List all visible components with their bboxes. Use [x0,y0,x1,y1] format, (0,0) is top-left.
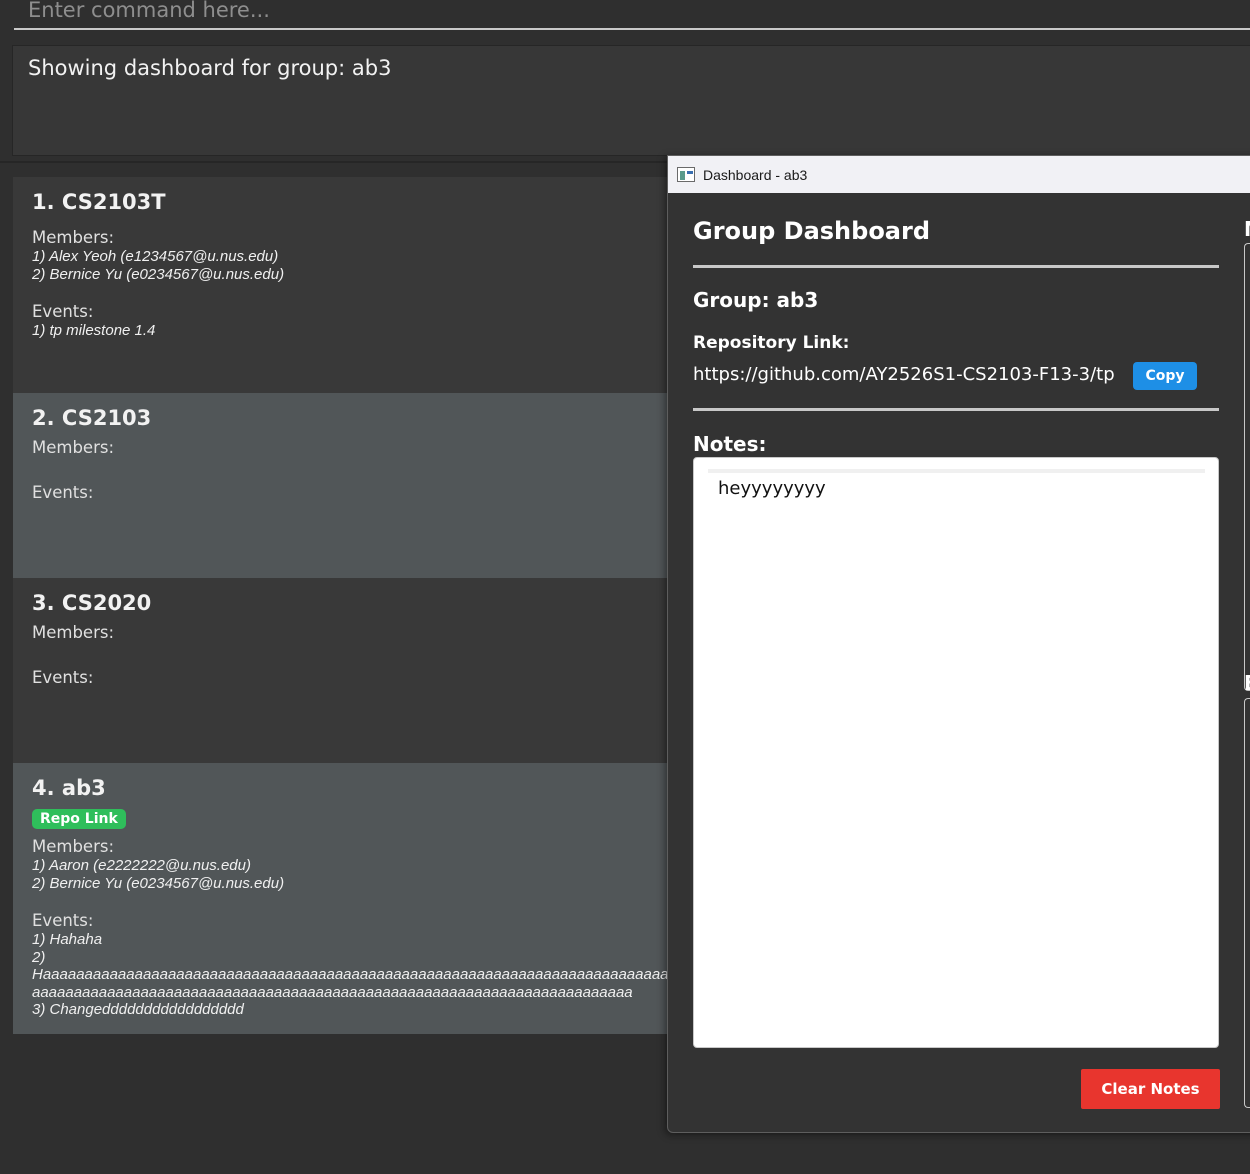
result-display: Showing dashboard for group: ab3 [12,45,1250,156]
repo-label: Repository Link: [693,333,850,353]
member-line: 2) Bernice Yu (e0234567@u.nus.edu) [32,874,285,892]
notes-textarea[interactable]: heyyyyyyyy [693,457,1219,1048]
event-line: 1) Hahaha [32,931,103,948]
events-label: Events: [32,483,94,502]
notes-toolbar-line [708,469,1205,473]
copy-button[interactable]: Copy [1133,362,1197,390]
repo-link-badge[interactable]: Repo Link [32,809,126,829]
event-line: 3) Changeddddddddddddddddd [32,1001,244,1018]
group-title: 2. CS2103 [32,406,152,430]
events-panel [1244,698,1250,1108]
window-title: Dashboard - ab3 [703,166,808,183]
events-label: Events: [32,302,94,321]
event-line: 2) [32,948,46,966]
group-name: Group: ab3 [693,288,819,312]
members-panel-label: M [1244,217,1250,241]
members-label: Members: [32,837,115,856]
events-label: Events: [32,911,94,930]
event-line: 1) tp milestone 1.4 [32,322,156,339]
window-titlebar[interactable]: Dashboard - ab3 [668,156,1250,193]
group-card[interactable]: 4. ab3 Repo Link Members: 1) Aaron (e222… [13,763,667,1034]
notes-text: heyyyyyyyy [718,478,826,499]
members-label: Members: [32,623,115,642]
member-line: 1) Aaron (e2222222@u.nus.edu) [32,857,251,874]
dashboard-window: Dashboard - ab3 Group Dashboard Group: a… [667,155,1250,1133]
group-list[interactable]: 1. CS2103T Members: 1) Alex Yeoh (e12345… [13,177,667,1034]
members-panel [1244,243,1250,691]
members-label: Members: [32,438,115,457]
group-title: 4. ab3 [32,776,106,800]
group-title: 1. CS2103T [32,190,166,214]
dashboard-heading: Group Dashboard [693,217,931,245]
events-label: Events: [32,668,94,687]
clear-notes-button[interactable]: Clear Notes [1081,1069,1220,1109]
event-line: Haaaaaaaaaaaaaaaaaaaaaaaaaaaaaaaaaaaaaaa… [32,966,667,983]
events-panel-label: E [1244,671,1250,695]
event-line: aaaaaaaaaaaaaaaaaaaaaaaaaaaaaaaaaaaaaaaa… [32,983,633,1001]
group-card[interactable]: 1. CS2103T Members: 1) Alex Yeoh (e12345… [13,177,667,393]
member-line: 1) Alex Yeoh (e1234567@u.nus.edu) [32,248,279,265]
command-input[interactable] [14,0,1250,30]
group-card[interactable]: 3. CS2020 Members: Events: [13,578,667,763]
repo-url[interactable]: https://github.com/AY2526S1-CS2103-F13-3… [693,364,1115,385]
group-title: 3. CS2020 [32,591,152,615]
command-area [0,0,1250,36]
members-label: Members: [32,228,115,247]
divider [693,408,1219,411]
member-line: 2) Bernice Yu (e0234567@u.nus.edu) [32,265,285,283]
notes-label: Notes: [693,432,767,456]
result-text: Showing dashboard for group: ab3 [28,56,392,80]
app-window-icon [677,167,695,182]
divider [693,265,1219,268]
group-card[interactable]: 2. CS2103 Members: Events: [13,393,667,578]
